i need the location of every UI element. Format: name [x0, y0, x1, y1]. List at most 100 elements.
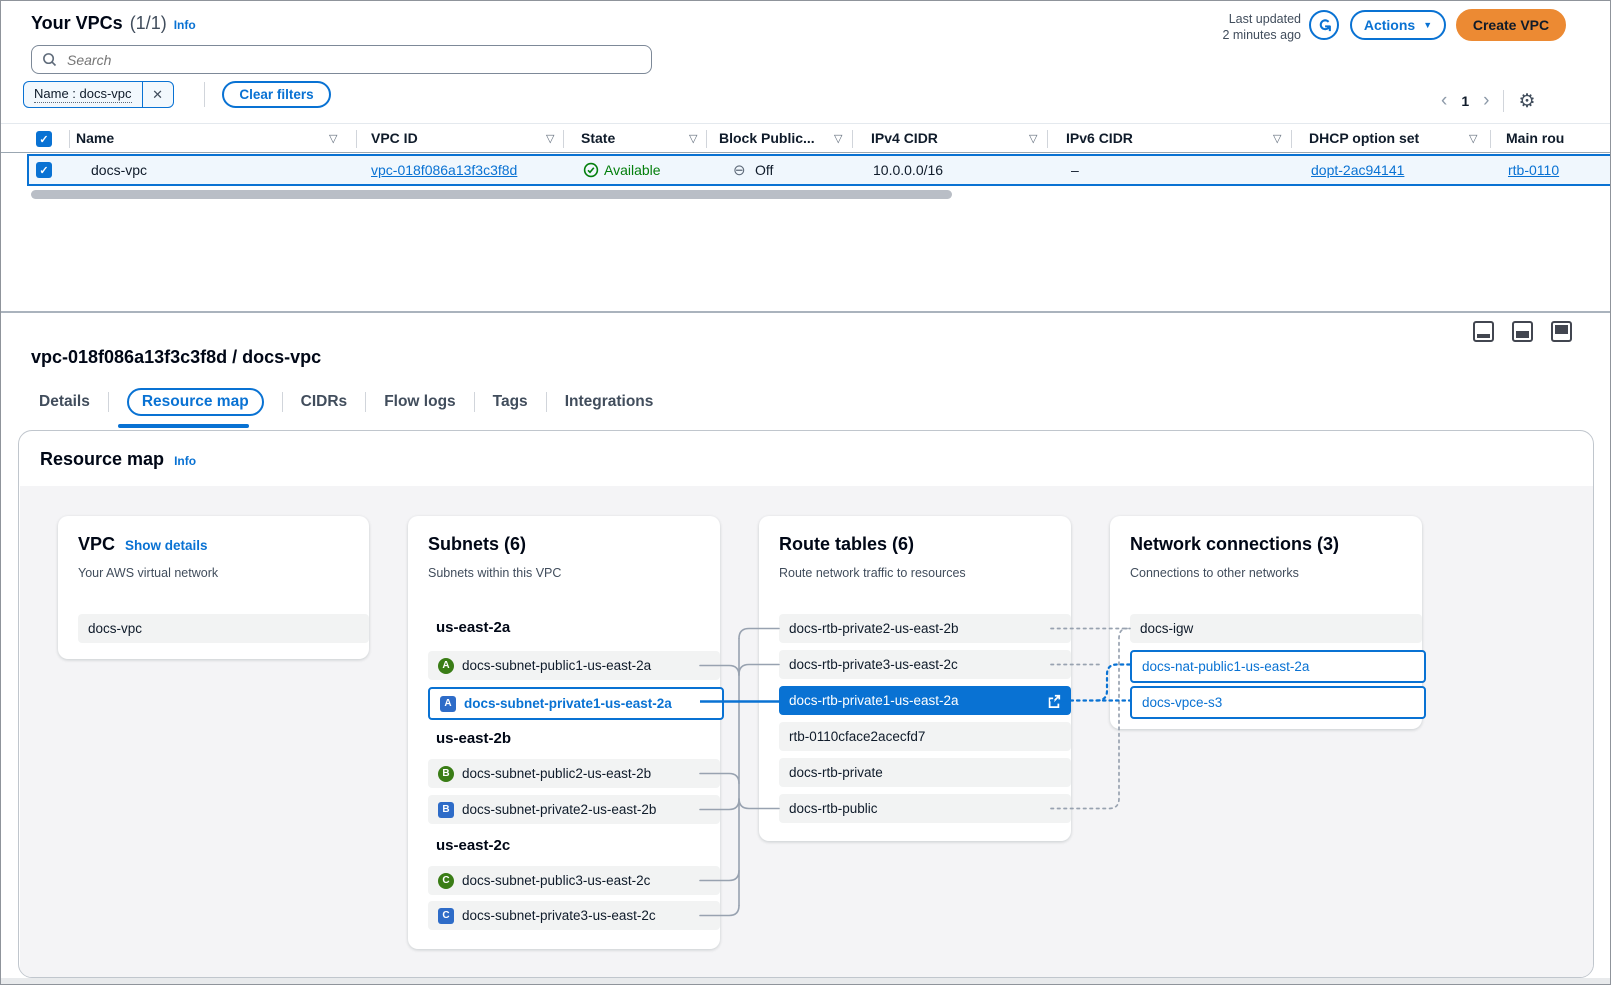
network-item-vpce[interactable]: docs-vpce-s3 [1130, 686, 1426, 719]
cell-main-route-link[interactable]: rtb-0110 [1508, 162, 1559, 178]
your-vpcs-panel: Your VPCs (1/1) Info Last updated 2 minu… [1, 1, 1610, 311]
sort-icon[interactable]: ▽ [1029, 132, 1037, 145]
route-tables-card-title: Route tables (6) [779, 534, 914, 555]
az-group-header: us-east-2a [436, 619, 510, 636]
create-vpc-button[interactable]: Create VPC [1456, 9, 1566, 41]
sort-icon[interactable]: ▽ [1469, 132, 1477, 145]
active-tab-underline [118, 424, 249, 428]
resource-map-info-link[interactable]: Info [174, 454, 196, 468]
col-header-ipv4[interactable]: IPv4 CIDR [871, 130, 938, 146]
network-item-nat[interactable]: docs-nat-public1-us-east-2a [1130, 650, 1426, 683]
search-input-wrap [31, 45, 652, 74]
subnets-card-subtitle: Subnets within this VPC [428, 566, 561, 580]
route-table-item-selected[interactable]: docs-rtb-private1-us-east-2a [779, 686, 1071, 715]
sort-icon[interactable]: ▽ [689, 132, 697, 145]
resource-map-title: Resource map [40, 449, 164, 470]
page-title-count: (1/1) [130, 13, 167, 34]
col-header-name[interactable]: Name [76, 130, 114, 146]
sort-icon[interactable]: ▽ [329, 132, 337, 145]
subnet-az-badge: B [438, 802, 454, 818]
subnet-az-badge: C [438, 873, 454, 889]
page-number[interactable]: 1 [1461, 93, 1469, 109]
route-table-item[interactable]: rtb-0110cface2acecfd7 [779, 722, 1071, 751]
col-header-ipv6[interactable]: IPv6 CIDR [1066, 130, 1133, 146]
subnet-item-private1-selected[interactable]: A docs-subnet-private1-us-east-2a [428, 687, 724, 720]
route-table-item[interactable]: docs-rtb-private [779, 758, 1071, 787]
table-row[interactable]: ✓ docs-vpc vpc-018f086a13f3c3f8d Availab… [27, 154, 1610, 186]
info-link[interactable]: Info [174, 18, 196, 32]
route-table-item[interactable]: docs-rtb-public [779, 794, 1071, 823]
col-header-main-route[interactable]: Main rou [1506, 130, 1564, 146]
az-group-header: us-east-2b [436, 730, 511, 747]
panel-layout-bottom-medium-button[interactable] [1512, 321, 1533, 342]
show-details-link[interactable]: Show details [125, 538, 208, 553]
cell-ipv4: 10.0.0.0/16 [873, 162, 943, 178]
col-header-state[interactable]: State [581, 130, 615, 146]
tab-details[interactable]: Details [39, 393, 90, 411]
subnets-card-title: Subnets (6) [428, 534, 526, 555]
subnet-az-badge: B [438, 766, 454, 782]
close-icon: ✕ [152, 87, 163, 103]
filter-token-label: Name : docs-vpc [24, 82, 142, 107]
cell-state: Available [604, 162, 661, 178]
row-checkbox[interactable]: ✓ [36, 162, 52, 178]
cell-ipv6: – [1071, 162, 1079, 178]
panel-layout-full-button[interactable] [1551, 321, 1572, 342]
subnet-item-public2[interactable]: B docs-subnet-public2-us-east-2b [428, 759, 720, 788]
cell-block-public: Off [755, 162, 773, 178]
tab-cidrs[interactable]: CIDRs [301, 393, 348, 411]
tab-tags[interactable]: Tags [493, 393, 528, 411]
az-group-header: us-east-2c [436, 837, 510, 854]
panel-layout-bottom-small-button[interactable] [1473, 321, 1494, 342]
cell-dhcp-link[interactable]: dopt-2ac94141 [1311, 162, 1404, 178]
last-updated: Last updated 2 minutes ago [1151, 11, 1301, 43]
route-tables-card: Route tables (6) Route network traffic t… [759, 516, 1071, 841]
cell-vpc-id-link[interactable]: vpc-018f086a13f3c3f8d [371, 162, 517, 178]
col-header-vpc-id[interactable]: VPC ID [371, 130, 418, 146]
actions-button[interactable]: Actions ▼ [1350, 10, 1446, 40]
vpc-console-page: Your VPCs (1/1) Info Last updated 2 minu… [0, 0, 1611, 985]
gear-icon: ⚙ [1518, 90, 1535, 113]
subnet-item-private3[interactable]: C docs-subnet-private3-us-east-2c [428, 901, 720, 930]
vpc-card-subtitle: Your AWS virtual network [78, 566, 218, 580]
col-header-dhcp[interactable]: DHCP option set [1309, 130, 1419, 146]
route-table-item[interactable]: docs-rtb-private2-us-east-2b [779, 614, 1071, 643]
tab-integrations[interactable]: Integrations [565, 393, 654, 411]
sort-icon[interactable]: ▽ [834, 132, 842, 145]
vpc-item-docs-vpc[interactable]: docs-vpc [78, 614, 369, 643]
detail-title: vpc-018f086a13f3c3f8d / docs-vpc [31, 347, 321, 368]
page-title: Your VPCs [31, 13, 123, 34]
search-icon [42, 52, 57, 67]
col-header-block-public[interactable]: Block Public... [719, 130, 815, 146]
refresh-button[interactable]: ↻ [1309, 10, 1339, 40]
vpc-detail-panel: vpc-018f086a13f3c3f8d / docs-vpc Details… [1, 313, 1610, 978]
filter-token-dismiss-button[interactable]: ✕ [142, 82, 173, 107]
table-horizontal-scrollbar[interactable] [31, 190, 952, 199]
refresh-icon: ↻ [1314, 18, 1334, 32]
subnet-az-badge: C [438, 908, 454, 924]
tab-resource-map[interactable]: Resource map [127, 388, 264, 416]
network-item-igw[interactable]: docs-igw [1130, 614, 1422, 643]
filter-divider [204, 82, 205, 107]
sort-icon[interactable]: ▽ [546, 132, 554, 145]
filter-token: Name : docs-vpc ✕ [23, 81, 174, 108]
table-settings-button[interactable]: ⚙ [1518, 90, 1535, 113]
vpc-card: VPC Show details Your AWS virtual networ… [58, 516, 369, 659]
page-next-button[interactable]: › [1483, 90, 1489, 112]
route-tables-card-subtitle: Route network traffic to resources [779, 566, 966, 580]
subnet-item-public1[interactable]: A docs-subnet-public1-us-east-2a [428, 651, 720, 680]
page-prev-button[interactable]: ‹ [1441, 90, 1447, 112]
network-card-title: Network connections (3) [1130, 534, 1339, 555]
subnet-az-badge: A [438, 658, 454, 674]
external-link-icon[interactable] [1047, 694, 1061, 708]
tab-flow-logs[interactable]: Flow logs [384, 393, 455, 411]
sort-icon[interactable]: ▽ [1273, 132, 1281, 145]
subnet-item-public3[interactable]: C docs-subnet-public3-us-east-2c [428, 866, 720, 895]
search-input[interactable] [65, 51, 641, 69]
route-table-item[interactable]: docs-rtb-private3-us-east-2c [779, 650, 1071, 679]
vpc-card-title: VPC [78, 534, 115, 555]
select-all-checkbox[interactable]: ✓ [36, 131, 52, 147]
clear-filters-button[interactable]: Clear filters [222, 81, 331, 108]
subnet-item-private2[interactable]: B docs-subnet-private2-us-east-2b [428, 795, 720, 824]
caret-down-icon: ▼ [1423, 20, 1432, 30]
